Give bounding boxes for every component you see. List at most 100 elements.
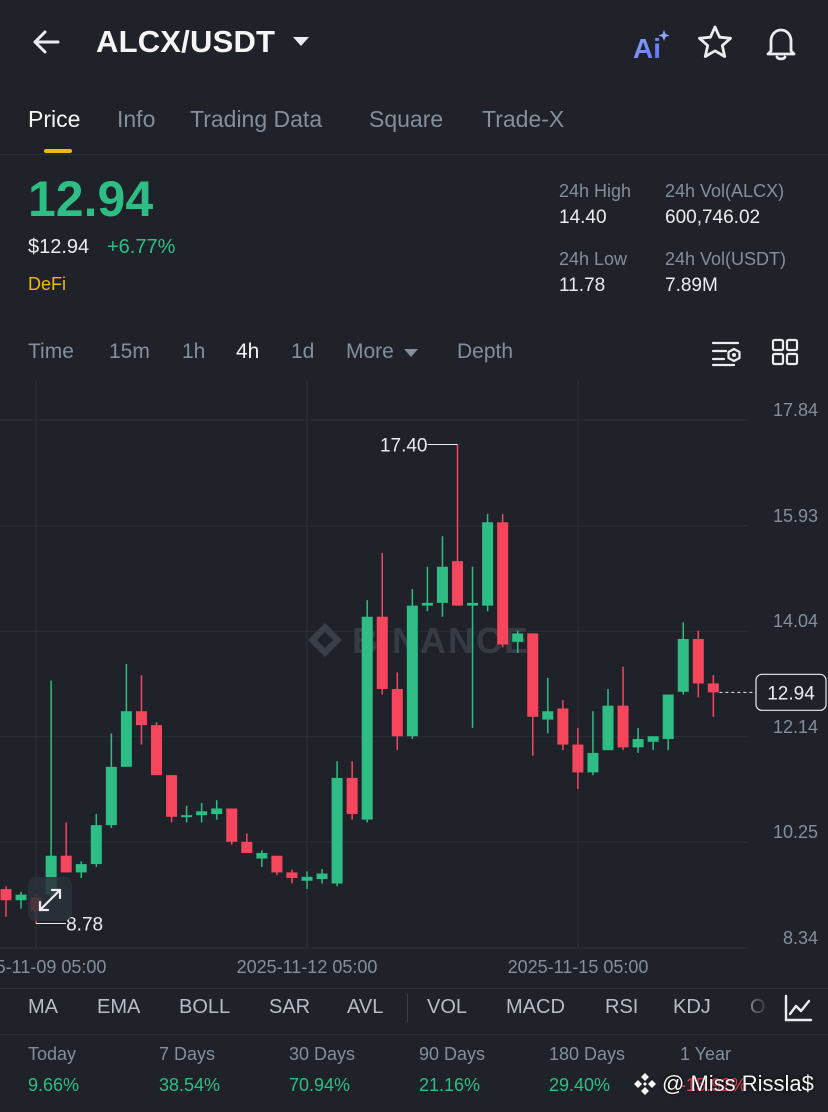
candle bbox=[452, 444, 463, 606]
chevron-down-icon[interactable] bbox=[402, 346, 420, 360]
indicator-sar[interactable]: SAR bbox=[269, 996, 310, 1019]
interval-time[interactable]: Time bbox=[28, 340, 74, 364]
candle-body bbox=[662, 694, 674, 740]
candle-body bbox=[482, 522, 494, 606]
candle-body bbox=[512, 633, 524, 642]
candlestick-chart[interactable]: BINANCE 17.84 15.93 14.04 12.14 10.25 8.34 202… bbox=[0, 380, 828, 990]
price-change-percent: +6.77% bbox=[107, 236, 176, 258]
candle-body bbox=[15, 894, 27, 901]
indicator-boll[interactable]: BOLL bbox=[179, 996, 230, 1019]
chart-settings-icon[interactable] bbox=[710, 338, 744, 368]
watermark-user-text: @ Miss Rissla$ bbox=[662, 1071, 814, 1096]
candle-body bbox=[361, 616, 373, 820]
y-tick-label: 10.25 bbox=[773, 822, 818, 842]
interval-more[interactable]: More bbox=[346, 340, 394, 364]
candle bbox=[196, 802, 208, 823]
candle-body bbox=[647, 736, 659, 742]
expand-chart-button[interactable] bbox=[28, 877, 72, 921]
binance-logo-icon bbox=[634, 1073, 656, 1095]
indicator-vol[interactable]: VOL bbox=[427, 996, 467, 1019]
interval-15m[interactable]: 15m bbox=[109, 340, 150, 364]
y-tick-label: 17.84 bbox=[773, 400, 818, 420]
candle-body bbox=[271, 855, 283, 873]
tabs-divider bbox=[0, 154, 828, 155]
candle-body bbox=[241, 841, 253, 853]
candle bbox=[0, 886, 12, 917]
stat-24h-low-label: 24h Low bbox=[559, 249, 628, 269]
candle bbox=[181, 805, 193, 823]
perf-label-90d: 90 Days bbox=[419, 1044, 486, 1064]
candle bbox=[211, 800, 223, 820]
bell-icon[interactable] bbox=[760, 22, 802, 64]
candle-body bbox=[0, 889, 12, 901]
indicator-rsi[interactable]: RSI bbox=[605, 996, 638, 1019]
chart-watermark: BINANCE bbox=[308, 620, 528, 661]
candle bbox=[75, 861, 87, 878]
low-marker-label: 8.78 bbox=[66, 915, 103, 936]
candle-body bbox=[181, 815, 193, 818]
stat-24h-vol-usdt-value: 7.89M bbox=[665, 275, 718, 296]
pair-title[interactable]: ALCX/USDT bbox=[96, 24, 275, 60]
candle bbox=[692, 630, 704, 698]
candle-body bbox=[587, 752, 599, 773]
candle-body bbox=[90, 825, 102, 865]
candle-body bbox=[120, 711, 132, 767]
candle bbox=[226, 808, 238, 845]
candle bbox=[647, 736, 659, 751]
interval-depth[interactable]: Depth bbox=[457, 340, 513, 364]
candle-body bbox=[166, 775, 178, 817]
candle bbox=[617, 666, 629, 751]
interval-1d[interactable]: 1d bbox=[291, 340, 314, 364]
indicator-kdj[interactable]: KDJ bbox=[673, 996, 711, 1019]
candle bbox=[436, 536, 448, 617]
candle-body bbox=[467, 602, 479, 606]
chart-type-icon[interactable] bbox=[782, 992, 814, 1024]
tab-trading-data[interactable]: Trading Data bbox=[190, 106, 322, 133]
stat-24h-high-label: 24h High bbox=[559, 181, 632, 201]
candle bbox=[406, 588, 418, 740]
user-watermark: @ Miss Rissla$ bbox=[632, 1071, 814, 1097]
perf-value-30d: 70.94% bbox=[289, 1075, 351, 1095]
perf-value-90d: 21.16% bbox=[419, 1075, 481, 1095]
candle-body bbox=[677, 638, 689, 692]
ai-assistant-icon[interactable]: Ai bbox=[630, 26, 672, 66]
y-tick-label: 12.14 bbox=[773, 717, 818, 737]
stat-24h-high-value: 14.40 bbox=[559, 207, 607, 228]
chevron-down-icon[interactable] bbox=[290, 30, 312, 52]
current-price-label: 12.94 bbox=[767, 683, 815, 704]
candle-body bbox=[452, 561, 463, 606]
candle bbox=[497, 513, 509, 648]
layout-grid-icon[interactable] bbox=[770, 337, 800, 367]
candle-body bbox=[105, 766, 117, 826]
candle bbox=[90, 814, 102, 867]
category-tag[interactable]: DeFi bbox=[28, 274, 66, 295]
tab-price[interactable]: Price bbox=[28, 106, 80, 133]
interval-4h[interactable]: 4h bbox=[236, 340, 259, 364]
chart-grid bbox=[0, 380, 748, 949]
perf-label-1y: 1 Year bbox=[680, 1044, 732, 1064]
back-arrow-icon[interactable] bbox=[28, 22, 68, 62]
tab-trade-x[interactable]: Trade-X bbox=[482, 106, 564, 133]
indicator-avl[interactable]: AVL bbox=[347, 996, 383, 1019]
candle-body bbox=[151, 725, 162, 776]
candle bbox=[331, 761, 343, 887]
candle bbox=[662, 694, 674, 751]
indicator-ema[interactable]: EMA bbox=[97, 996, 140, 1019]
indicator-ma[interactable]: MA bbox=[28, 996, 58, 1019]
usd-price: $12.94 bbox=[28, 236, 90, 258]
y-tick-label: 8.34 bbox=[783, 928, 818, 948]
candle bbox=[105, 733, 117, 828]
favorite-star-icon[interactable] bbox=[694, 22, 736, 64]
tab-square[interactable]: Square bbox=[369, 106, 443, 133]
candle-body bbox=[557, 708, 569, 745]
tab-info[interactable]: Info bbox=[117, 106, 155, 133]
indicator-macd[interactable]: MACD bbox=[506, 996, 565, 1019]
candle-body bbox=[256, 852, 268, 859]
chart-bottom-divider bbox=[0, 988, 828, 989]
interval-1h[interactable]: 1h bbox=[182, 340, 205, 364]
candle-body bbox=[75, 864, 87, 873]
y-tick-label: 15.93 bbox=[773, 506, 818, 526]
candle bbox=[542, 677, 554, 734]
candle-body bbox=[436, 566, 448, 603]
candle-body bbox=[211, 808, 223, 815]
